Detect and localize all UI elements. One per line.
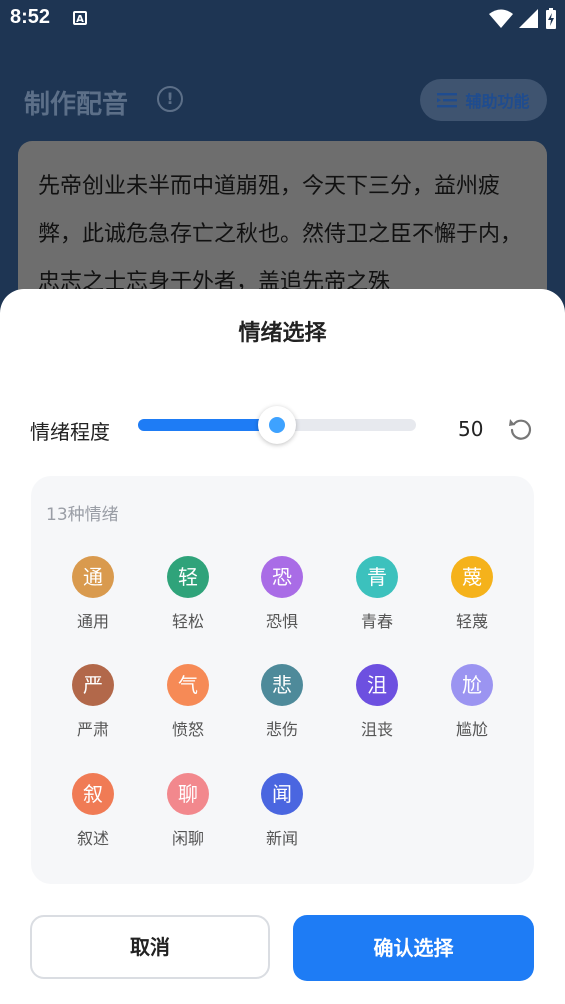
info-icon[interactable]: ! xyxy=(157,86,183,112)
emotion-item[interactable]: 尬尴尬 xyxy=(432,664,512,744)
battery-icon xyxy=(546,8,556,29)
status-time: 8:52 xyxy=(10,6,51,28)
emotion-item[interactable]: 聊闲聊 xyxy=(148,773,228,853)
emotion-label: 新闻 xyxy=(265,829,298,848)
emotion-icon: 沮 xyxy=(356,664,398,706)
emotion-icon: 闻 xyxy=(261,773,303,815)
signal-icon xyxy=(519,9,538,28)
emotion-label: 严肃 xyxy=(76,720,109,739)
emotion-label: 恐惧 xyxy=(265,612,298,631)
script-text: 先帝创业未半而中道崩殂，今天下三分，益州疲弊，此诚危急存亡之秋也。然侍卫之臣不懈… xyxy=(38,174,523,295)
status-icons xyxy=(489,8,557,30)
emotion-item[interactable]: 轻轻松 xyxy=(148,556,228,636)
emotion-item[interactable]: 气愤怒 xyxy=(148,664,228,744)
status-bar: 8:52 A xyxy=(0,0,565,40)
emotion-icon: 严 xyxy=(72,664,114,706)
emotion-sheet: 情绪选择 情绪程度 50 13种情绪 通通用轻轻松恐恐惧青青春蔑轻蔑严严肃气愤怒… xyxy=(0,289,565,1004)
emotion-icon: 叙 xyxy=(72,773,114,815)
emotion-icon: 悲 xyxy=(261,664,303,706)
emotion-icon: 青 xyxy=(356,556,398,598)
emotion-icon: 气 xyxy=(167,664,209,706)
emotion-label: 闲聊 xyxy=(171,829,204,848)
cancel-button[interactable]: 取消 xyxy=(30,915,270,979)
emotion-label: 尴尬 xyxy=(455,720,488,739)
emotion-item[interactable]: 闻新闻 xyxy=(242,773,322,853)
intensity-slider[interactable] xyxy=(138,406,416,444)
emotion-icon: 聊 xyxy=(167,773,209,815)
emotion-icon: 尬 xyxy=(451,664,493,706)
emotion-label: 通用 xyxy=(76,612,109,631)
emotion-item[interactable]: 青青春 xyxy=(337,556,417,636)
emotion-icon: 轻 xyxy=(167,556,209,598)
emotion-label: 轻松 xyxy=(171,612,204,631)
emotion-item[interactable]: 沮沮丧 xyxy=(337,664,417,744)
emotion-label: 叙述 xyxy=(76,829,109,848)
intensity-value: 50 xyxy=(458,417,484,441)
reset-icon[interactable] xyxy=(508,416,534,442)
sheet-title: 情绪选择 xyxy=(238,321,327,346)
emotion-label: 愤怒 xyxy=(171,720,204,739)
notification-icon: A xyxy=(73,11,87,25)
header: 制作配音 ! 辅助功能 xyxy=(0,70,565,130)
emotion-item[interactable]: 恐恐惧 xyxy=(242,556,322,636)
emotion-label: 悲伤 xyxy=(265,720,298,739)
emotion-item[interactable]: 蔑轻蔑 xyxy=(432,556,512,636)
emotion-item[interactable]: 严严肃 xyxy=(53,664,133,744)
emotion-item[interactable]: 叙叙述 xyxy=(53,773,133,853)
page-title: 制作配音 xyxy=(24,90,129,120)
script-card[interactable]: 先帝创业未半而中道崩殂，今天下三分，益州疲弊，此诚危急存亡之秋也。然侍卫之臣不懈… xyxy=(18,141,547,311)
emotion-icon: 蔑 xyxy=(451,556,493,598)
emotion-count: 13种情绪 xyxy=(46,505,119,525)
emotion-label: 青春 xyxy=(360,612,393,631)
wifi-icon xyxy=(489,9,513,28)
emotion-item[interactable]: 悲悲伤 xyxy=(242,664,322,744)
assist-button[interactable]: 辅助功能 xyxy=(420,79,547,121)
intensity-label: 情绪程度 xyxy=(30,420,110,444)
emotion-label: 沮丧 xyxy=(360,720,393,739)
emotion-label: 轻蔑 xyxy=(455,612,488,631)
slider-fill xyxy=(138,419,277,431)
emotion-icon: 恐 xyxy=(261,556,303,598)
slider-thumb[interactable] xyxy=(258,406,296,444)
assist-label: 辅助功能 xyxy=(465,92,530,111)
confirm-button[interactable]: 确认选择 xyxy=(293,915,534,981)
emotion-item[interactable]: 通通用 xyxy=(53,556,133,636)
emotion-panel: 13种情绪 通通用轻轻松恐恐惧青青春蔑轻蔑严严肃气愤怒悲悲伤沮沮丧尬尴尬叙叙述聊… xyxy=(31,476,534,884)
emotion-icon: 通 xyxy=(72,556,114,598)
assist-list-icon xyxy=(437,93,458,108)
